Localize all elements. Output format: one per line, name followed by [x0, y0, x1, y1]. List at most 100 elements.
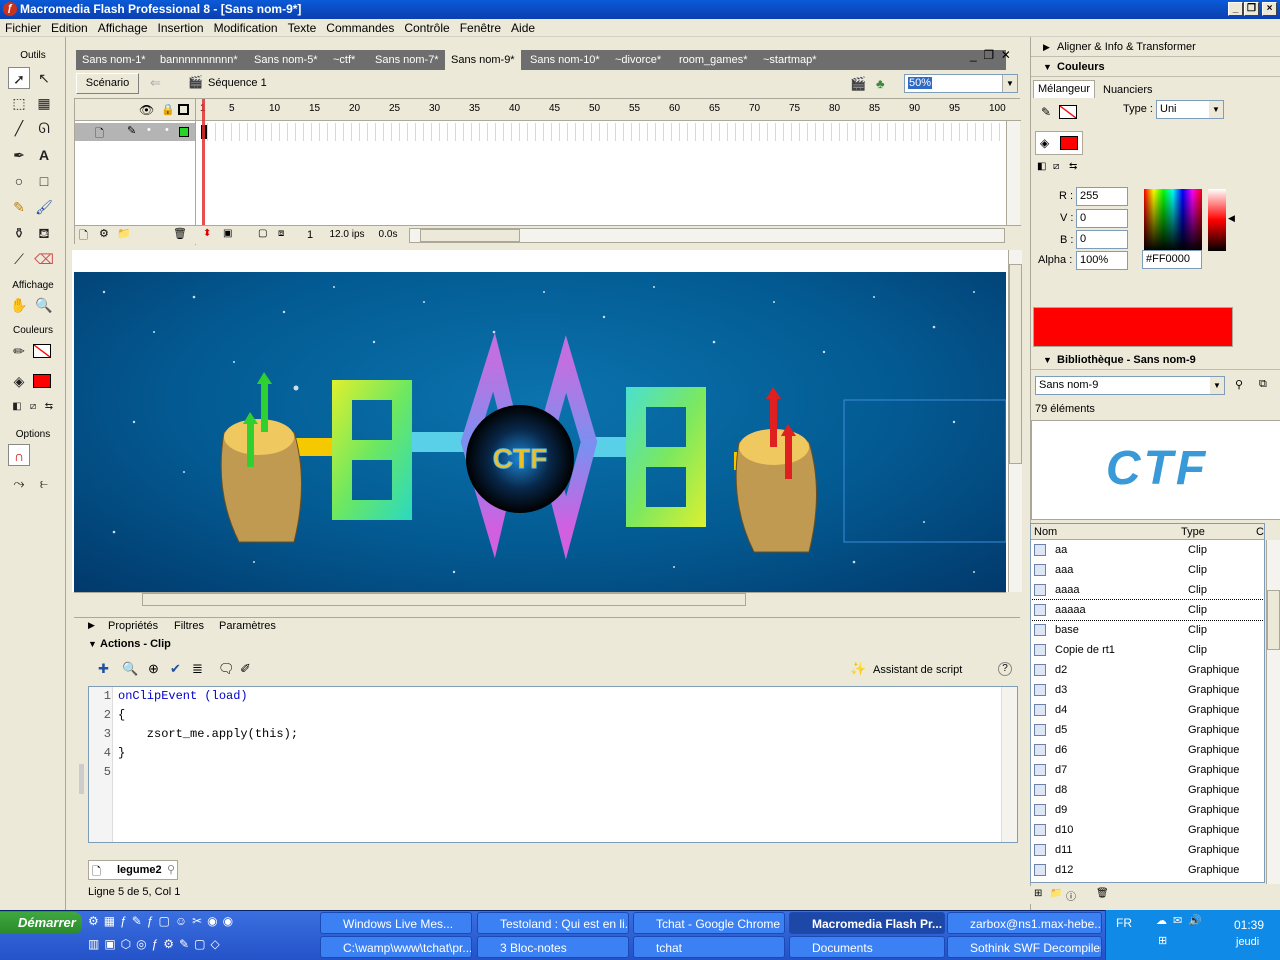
- library-item[interactable]: d3 Graphique: [1031, 680, 1264, 700]
- library-item[interactable]: Copie de rt1 Clip: [1031, 640, 1264, 660]
- format-code-icon[interactable]: ≣: [192, 661, 203, 677]
- type-select[interactable]: Uni ▼: [1156, 100, 1224, 119]
- quick-launch[interactable]: ⚙▦ƒ✎ƒ▢☺✂◉◉: [88, 914, 318, 932]
- no-color-icon[interactable]: ⧄: [1053, 161, 1059, 172]
- menu-commandes[interactable]: Commandes: [321, 19, 399, 37]
- g-input[interactable]: 0: [1076, 209, 1128, 228]
- menu-texte[interactable]: Texte: [283, 19, 322, 37]
- start-button[interactable]: Démarrer: [0, 912, 82, 934]
- onion-outline-icon[interactable]: ▢: [258, 228, 267, 239]
- object-tab[interactable]: 🗋 legume2 ⚲: [88, 860, 178, 880]
- filters-tab[interactable]: Filtres: [174, 620, 204, 632]
- timeline-vscroll[interactable]: [1006, 121, 1020, 225]
- task-wamp[interactable]: C:\wamp\www\tchat\pr...: [320, 936, 472, 958]
- help-icon[interactable]: ?: [998, 662, 1012, 676]
- task-notepad[interactable]: 3 Bloc-notes: [477, 936, 629, 958]
- selection-tool-icon[interactable]: ➚: [8, 67, 30, 89]
- edit-symbol-icon[interactable]: ♣: [876, 76, 885, 91]
- library-item[interactable]: d6 Graphique: [1031, 740, 1264, 760]
- timeline-hscroll[interactable]: [409, 228, 1005, 243]
- doc-tab[interactable]: ~startmap*: [757, 50, 823, 70]
- doc-tab-active[interactable]: Sans nom-9*: [445, 50, 521, 70]
- fill-selector[interactable]: ◈: [1035, 131, 1083, 155]
- library-item[interactable]: aaa Clip: [1031, 560, 1264, 580]
- menu-aide[interactable]: Aide: [506, 19, 540, 37]
- task-flash[interactable]: Macromedia Flash Pr...: [789, 912, 945, 934]
- alpha-input[interactable]: 100%: [1076, 251, 1128, 270]
- doc-tab[interactable]: Sans nom-10*: [524, 50, 606, 70]
- onion-skin-icon[interactable]: ▣: [223, 228, 232, 239]
- hand-tool-icon[interactable]: ✋: [8, 294, 30, 316]
- swap-colors-icon[interactable]: ⇆: [38, 396, 60, 418]
- ink-bottle-tool-icon[interactable]: ⚱: [8, 222, 30, 244]
- gradient-transform-tool-icon[interactable]: ▦: [33, 92, 55, 114]
- doc-tab[interactable]: ~divorce*: [609, 50, 667, 70]
- scroll-thumb[interactable]: [142, 593, 746, 606]
- scroll-thumb[interactable]: [1267, 590, 1280, 650]
- library-item[interactable]: d7 Graphique: [1031, 760, 1264, 780]
- add-guide-icon[interactable]: ⚙: [99, 227, 109, 240]
- free-transform-tool-icon[interactable]: ⬚: [8, 92, 30, 114]
- stroke-swatch[interactable]: [1059, 105, 1077, 119]
- menu-edition[interactable]: Edition: [46, 19, 93, 37]
- library-vscroll[interactable]: [1266, 540, 1280, 884]
- library-item[interactable]: d5 Graphique: [1031, 720, 1264, 740]
- code-vscroll[interactable]: [1001, 687, 1017, 842]
- library-list[interactable]: Nom Type C aa Clip aaa Clip aaaa Clip aaaaa Cli…: [1030, 523, 1265, 883]
- frame-ruler[interactable]: 1510152025303540455055606570758085909510…: [200, 103, 1021, 117]
- col-type[interactable]: Type: [1181, 526, 1205, 538]
- task-documents[interactable]: Documents: [789, 936, 945, 958]
- doc-window-controls[interactable]: _ ❐ ✕: [970, 48, 1020, 64]
- library-item[interactable]: d12 Graphique: [1031, 860, 1264, 880]
- properties-tab[interactable]: Propriétés: [108, 620, 158, 632]
- add-folder-icon[interactable]: 📁: [117, 227, 131, 240]
- chevron-down-icon[interactable]: ▼: [1209, 101, 1223, 118]
- menu-fichier[interactable]: Fichier: [0, 19, 46, 37]
- color-spectrum[interactable]: [1144, 189, 1202, 251]
- network-icon[interactable]: ⊞: [1158, 934, 1167, 947]
- b-input[interactable]: 0: [1076, 230, 1128, 249]
- parameters-tab[interactable]: Paramètres: [219, 620, 276, 632]
- frame-track[interactable]: [200, 123, 1006, 141]
- line-tool-icon[interactable]: ╱: [8, 117, 30, 139]
- new-symbol-icon[interactable]: ⊞: [1034, 888, 1042, 899]
- back-arrow-icon[interactable]: ⇐: [150, 75, 168, 91]
- playhead[interactable]: [202, 99, 205, 244]
- doc-tab[interactable]: room_games*: [673, 50, 753, 70]
- menu-controle[interactable]: Contrôle: [399, 19, 454, 37]
- target-icon[interactable]: ⊕: [148, 661, 159, 677]
- library-item[interactable]: d4 Graphique: [1031, 700, 1264, 720]
- task-chrome[interactable]: Tchat - Google Chrome: [633, 912, 785, 934]
- library-item[interactable]: d11 Graphique: [1031, 840, 1264, 860]
- code-hint-icon[interactable]: 🗨: [218, 661, 235, 677]
- add-action-icon[interactable]: ✚: [98, 661, 109, 677]
- language-indicator[interactable]: FR: [1116, 916, 1132, 930]
- col-name[interactable]: Nom: [1034, 526, 1057, 538]
- swatches-tab[interactable]: Nuanciers: [1103, 82, 1153, 98]
- task-testoland[interactable]: Testoland : Qui est en li...: [477, 912, 629, 934]
- check-syntax-icon[interactable]: ✔: [170, 661, 181, 677]
- collapse-arrow-icon[interactable]: ▶: [88, 620, 95, 631]
- brush-tool-icon[interactable]: 🖌: [33, 196, 55, 218]
- hex-input[interactable]: #FF0000: [1142, 250, 1202, 269]
- task-tchat[interactable]: tchat: [633, 936, 785, 958]
- stroke-color-swatch[interactable]: [33, 344, 51, 358]
- minimize-button[interactable]: _: [1228, 2, 1243, 16]
- pencil-tool-icon[interactable]: ✎: [8, 196, 30, 218]
- scenario-button[interactable]: Scénario: [76, 73, 139, 94]
- text-tool-icon[interactable]: A: [33, 144, 55, 166]
- eye-icon[interactable]: 👁: [139, 103, 154, 117]
- fill-color-swatch[interactable]: [33, 374, 51, 388]
- paint-bucket-tool-icon[interactable]: ⛾: [33, 222, 55, 244]
- stage-canvas[interactable]: CTF: [74, 272, 1006, 592]
- library-item[interactable]: d10 Graphique: [1031, 820, 1264, 840]
- menu-modification[interactable]: Modification: [209, 19, 283, 37]
- doc-tab[interactable]: Sans nom-5*: [248, 50, 324, 70]
- expand-arrow-icon[interactable]: ▼: [88, 639, 97, 649]
- library-item[interactable]: aaaa Clip: [1031, 580, 1264, 600]
- add-layer-icon[interactable]: 🗋: [79, 227, 88, 246]
- library-item[interactable]: aaaaa Clip: [1031, 599, 1264, 621]
- lock-icon[interactable]: 🔒: [161, 103, 175, 116]
- visibility-dot[interactable]: •: [147, 124, 151, 136]
- layer-row[interactable]: 🗋 ✎ • •: [75, 123, 195, 141]
